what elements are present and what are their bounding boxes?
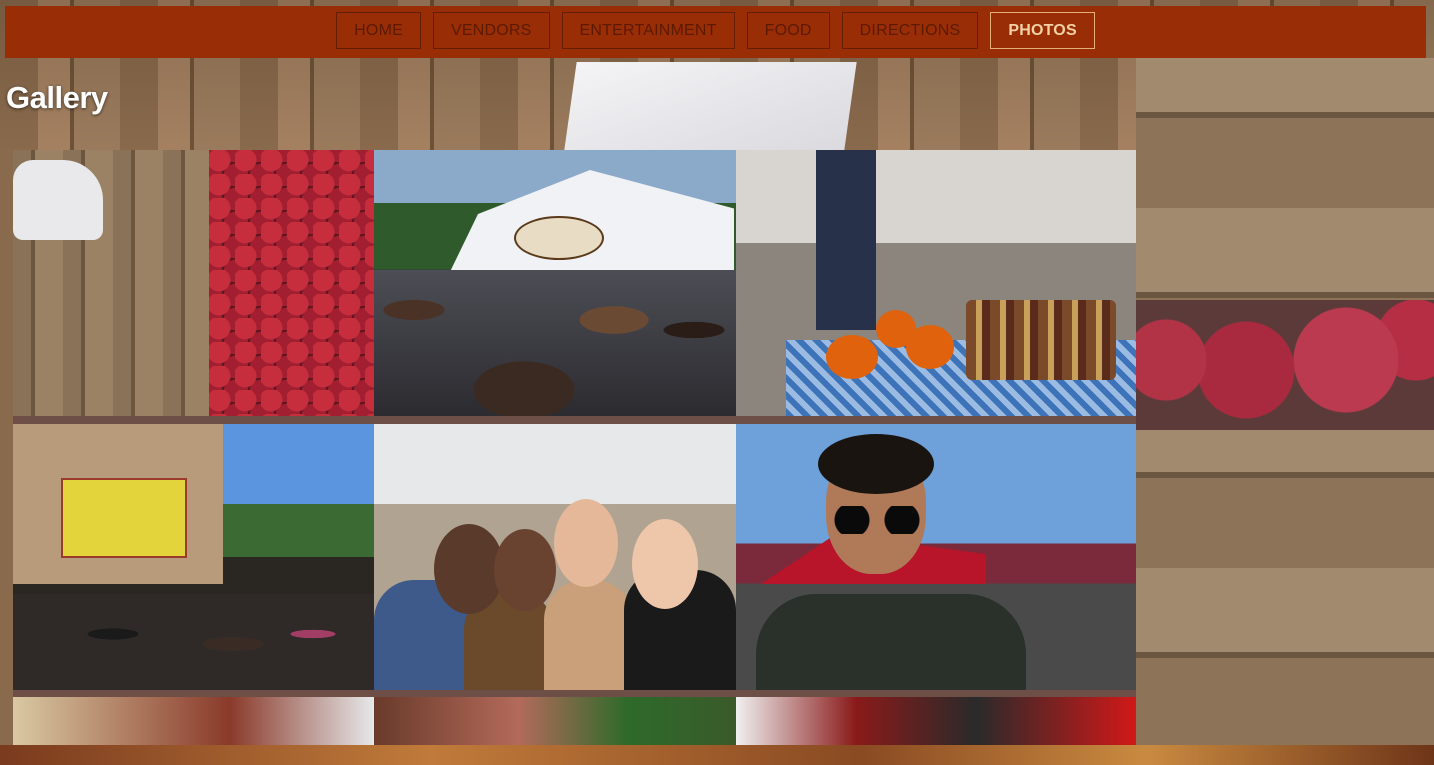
gallery-photo-cider-donuts[interactable] xyxy=(374,150,736,416)
background-apples xyxy=(1136,300,1434,430)
gallery-photo-apples[interactable] xyxy=(13,150,374,416)
photo-crowd xyxy=(374,270,736,416)
gallery-photo-hot-spiced-cider[interactable] xyxy=(13,424,374,690)
nav-photos[interactable]: PHOTOS xyxy=(990,12,1095,49)
page-title: Gallery xyxy=(6,80,108,115)
photo-corn xyxy=(966,300,1116,380)
photo-person xyxy=(544,580,634,690)
nav-directions[interactable]: DIRECTIONS xyxy=(841,12,979,49)
gallery-photo-pumpkins[interactable] xyxy=(736,150,1136,416)
background-bottom-edge xyxy=(0,745,1434,765)
photo-person xyxy=(816,150,876,330)
top-nav-bar: HOME VENDORS ENTERTAINMENT FOOD DIRECTIO… xyxy=(5,6,1426,58)
photo-face xyxy=(554,499,618,587)
nav-home[interactable]: HOME xyxy=(336,12,421,49)
photo-face xyxy=(494,529,556,611)
gallery-photo-row3-2[interactable] xyxy=(374,697,736,745)
photo-pumpkin xyxy=(826,335,878,379)
photo-jacket xyxy=(756,594,1026,690)
gallery-photo-friends[interactable] xyxy=(374,424,736,690)
background-bag xyxy=(563,62,857,157)
photo-bag xyxy=(13,160,103,240)
photo-crowd xyxy=(13,594,374,690)
photo-face xyxy=(632,519,698,609)
photo-sunglasses xyxy=(832,506,922,534)
nav-vendors[interactable]: VENDORS xyxy=(432,12,550,49)
nav-entertainment[interactable]: ENTERTAINMENT xyxy=(561,12,735,49)
gallery-photo-row3-3[interactable] xyxy=(736,697,1136,745)
gallery-photo-sunglasses-man[interactable] xyxy=(736,424,1136,690)
gallery-row-divider xyxy=(13,416,1136,424)
photo-pumpkin xyxy=(876,310,916,348)
gallery-photo-row3-1[interactable] xyxy=(13,697,374,745)
photo-donut-sign xyxy=(514,216,604,260)
main-nav: HOME VENDORS ENTERTAINMENT FOOD DIRECTIO… xyxy=(5,12,1426,49)
photo-gallery-grid xyxy=(13,150,1136,745)
photo-hair xyxy=(818,434,934,494)
photo-apples-pile xyxy=(209,150,374,416)
nav-food[interactable]: FOOD xyxy=(746,12,830,49)
photo-cider-banner xyxy=(61,478,187,558)
